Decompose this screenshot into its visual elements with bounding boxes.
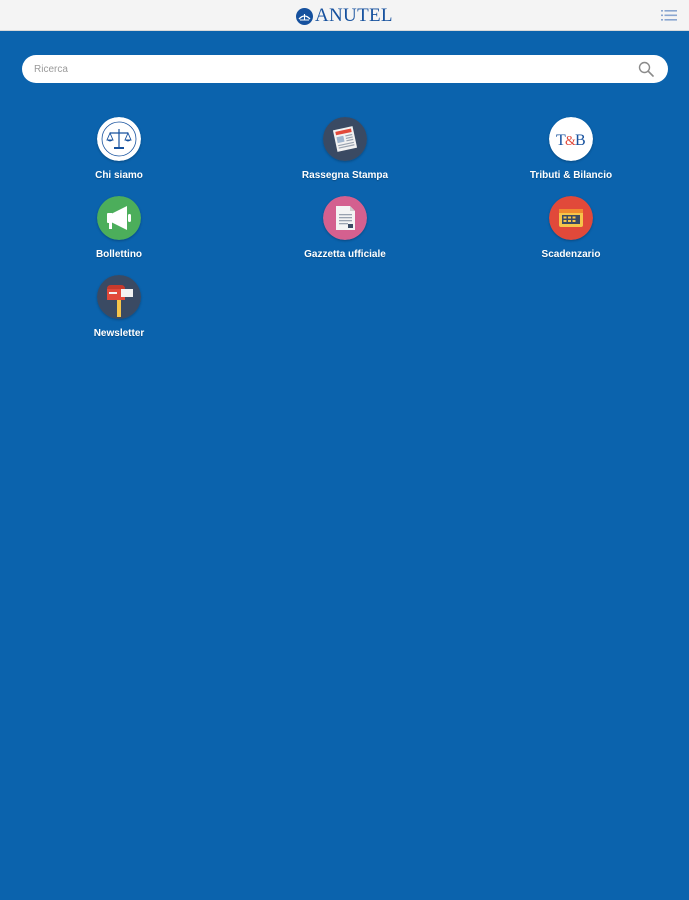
menu-button[interactable]	[661, 9, 677, 22]
mailbox-icon	[97, 275, 141, 319]
brand-name: ANUTEL	[315, 5, 393, 26]
menu-item-gazzetta-ufficiale[interactable]: Gazzetta ufficiale	[270, 196, 420, 260]
menu-item-chi-siamo[interactable]: Chi siamo	[44, 117, 194, 181]
brand[interactable]: ANUTEL	[296, 6, 393, 26]
document-icon	[323, 196, 367, 240]
anutel-logo-icon	[296, 7, 313, 25]
menu-item-scadenzario[interactable]: Scadenzario	[496, 196, 646, 260]
scales-of-justice-icon	[97, 117, 141, 161]
megaphone-icon	[97, 196, 141, 240]
menu-item-label: Gazzetta ufficiale	[304, 249, 386, 260]
menu-item-newsletter[interactable]: Newsletter	[44, 275, 194, 339]
menu-item-label: Scadenzario	[541, 249, 601, 260]
menu-item-label: Chi siamo	[95, 170, 143, 181]
menu-item-label: Rassegna Stampa	[301, 170, 389, 181]
search-icon[interactable]	[638, 61, 654, 77]
menu-item-rassegna-stampa[interactable]: Rassegna Stampa	[270, 117, 420, 181]
calendar-icon	[549, 196, 593, 240]
list-menu-icon	[661, 10, 677, 21]
menu-item-label: Newsletter	[93, 328, 145, 339]
svg-text:B: B	[575, 132, 586, 149]
menu-item-label: Tributi & Bilancio	[529, 170, 613, 181]
search-bar	[22, 55, 668, 83]
menu-item-bollettino[interactable]: Bollettino	[44, 196, 194, 260]
search-input[interactable]	[34, 55, 624, 83]
menu-item-label: Bollettino	[95, 249, 143, 260]
menu-item-tributi-bilancio[interactable]: T & B Tributi & Bilancio	[496, 117, 646, 181]
newspaper-icon	[323, 117, 367, 161]
tb-logo-icon: T & B	[549, 117, 593, 161]
top-bar: ANUTEL	[0, 0, 689, 31]
